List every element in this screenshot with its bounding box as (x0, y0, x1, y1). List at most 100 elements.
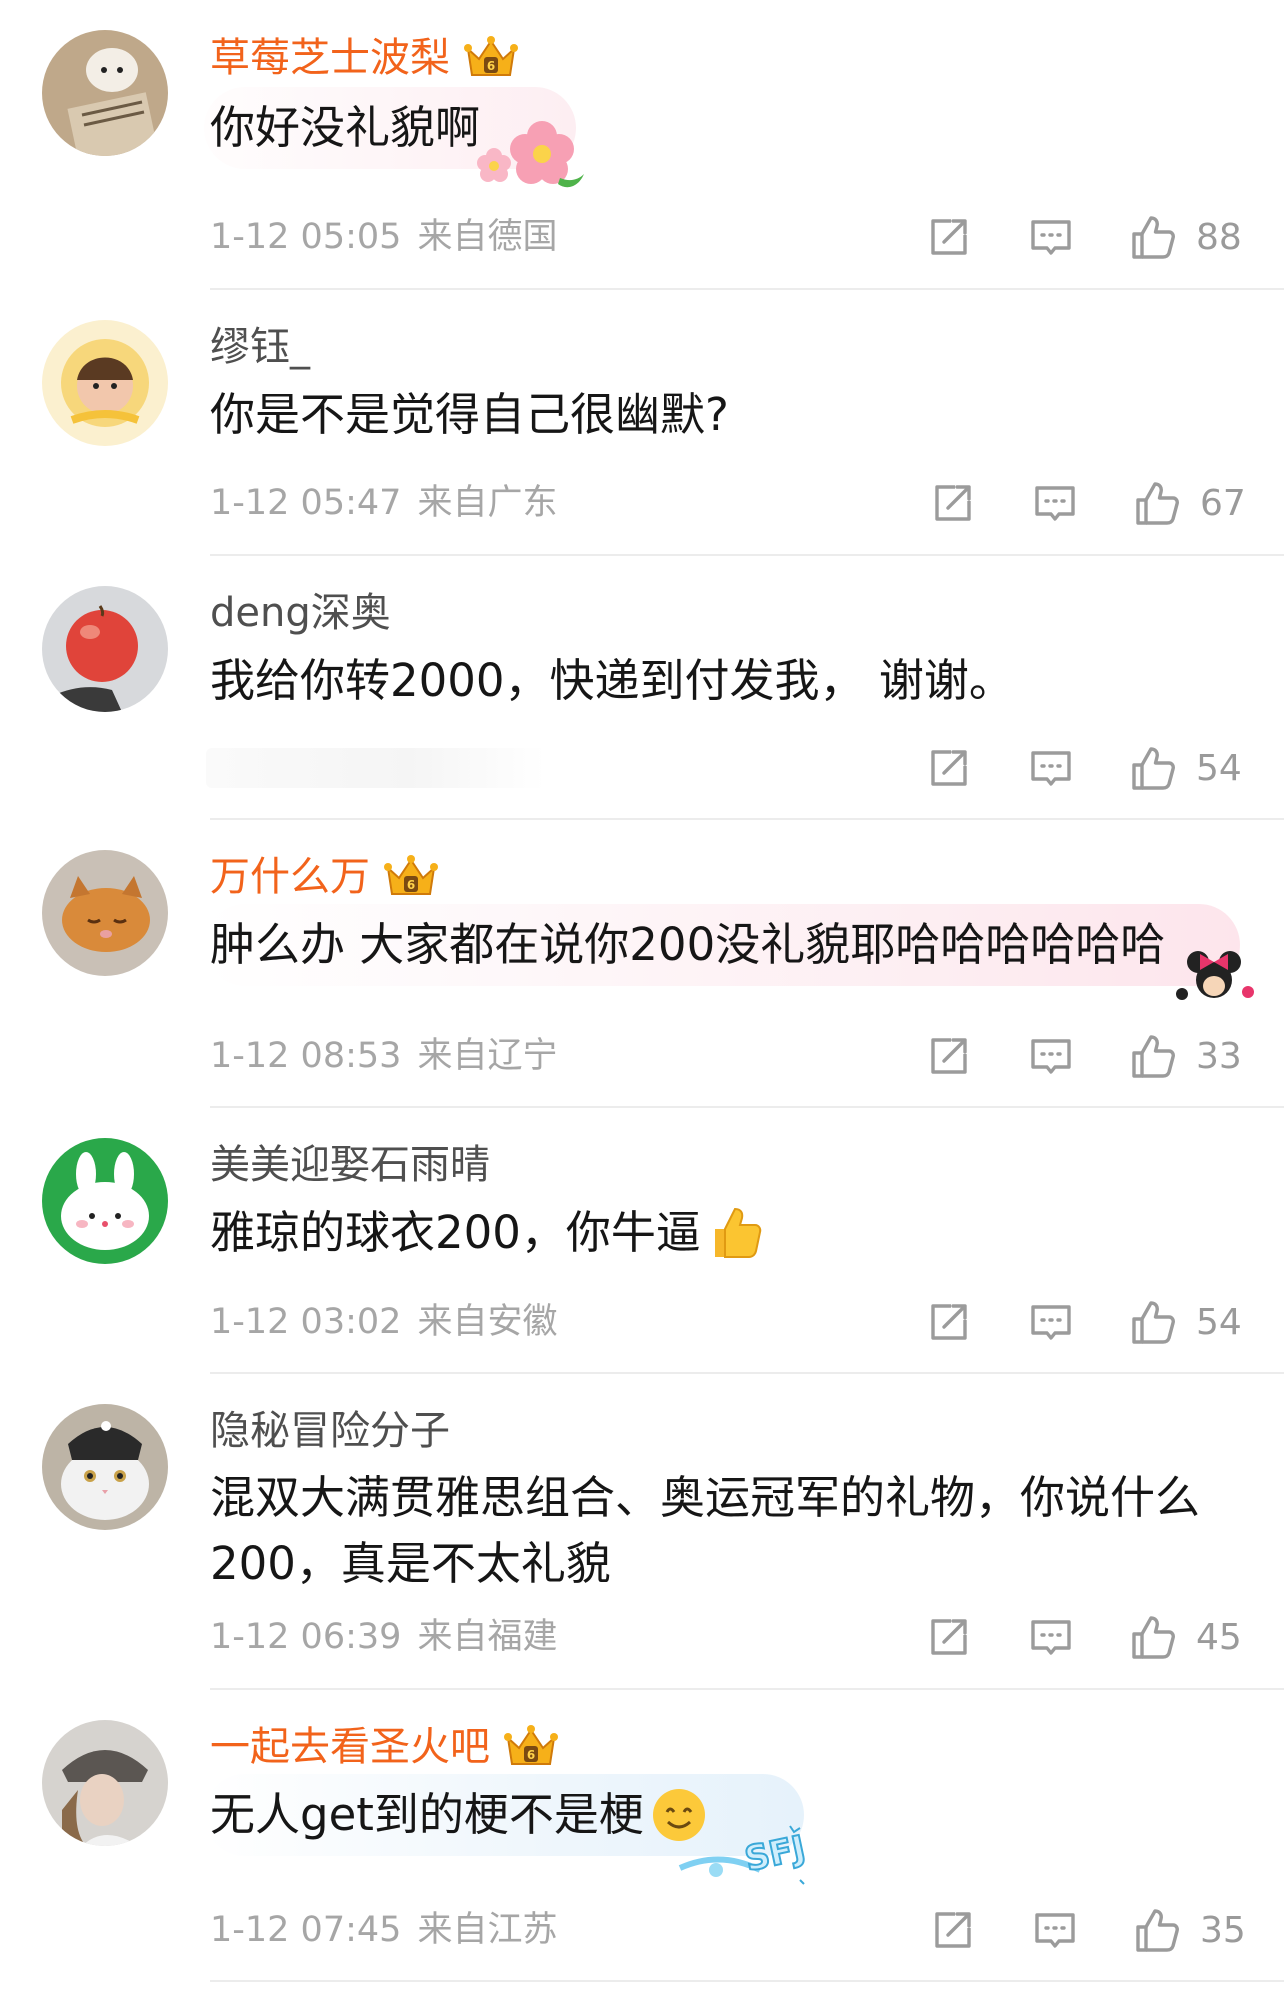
thumbs-up-icon (1126, 1610, 1180, 1664)
username[interactable]: 隐秘冒险分子 (210, 1406, 450, 1456)
vip-crown-icon (502, 1722, 560, 1772)
divider (210, 1980, 1284, 1982)
share-icon[interactable] (922, 1610, 976, 1664)
comment-location: 来自广东 (417, 483, 558, 523)
vip-crown-icon (382, 852, 440, 902)
username[interactable]: 一起去看圣火吧 (210, 1722, 560, 1772)
username[interactable]: 万什么万 (210, 852, 440, 902)
comment-icon[interactable] (1024, 1295, 1078, 1349)
like-button[interactable]: 54 (1126, 741, 1256, 795)
thumbs-up-icon (1126, 1295, 1180, 1349)
comment-text: 无人get到的梗不是梗 (210, 1782, 708, 1848)
comment-icon[interactable] (1024, 1610, 1078, 1664)
comment-text-content: 雅琼的球衣200，你牛逼 (210, 1206, 701, 1259)
username[interactable]: 美美迎娶石雨晴 (210, 1140, 490, 1190)
comment-text: 你是不是觉得自己很幽默? (210, 388, 729, 441)
like-button[interactable]: 45 (1126, 1610, 1256, 1664)
sfj-sticker: SFJ (660, 1810, 820, 1890)
like-count: 88 (1196, 216, 1242, 258)
divider (210, 1372, 1284, 1374)
avatar[interactable] (42, 850, 168, 976)
comment-icon[interactable] (1024, 741, 1078, 795)
like-count: 67 (1200, 482, 1246, 524)
comment-feed: 草莓芝士波梨 你好没礼貌啊 1-12 05:05 来自德国 88 缪钰_ 你是不… (0, 0, 1284, 2010)
comment-text: 肿么办 大家都在说你200没礼貌耶哈哈哈哈哈哈 (210, 918, 1166, 971)
thumbs-up-icon (1126, 210, 1180, 264)
share-icon[interactable] (922, 1029, 976, 1083)
thumbs-up-icon (1126, 741, 1180, 795)
comment-location: 来自江苏 (417, 1910, 558, 1950)
divider (210, 554, 1284, 556)
comment-date: 1-12 07:45 (210, 1910, 402, 1950)
thumbs-up-emoji (714, 1207, 762, 1258)
like-count: 45 (1196, 1616, 1242, 1658)
username[interactable]: 草莓芝士波梨 (210, 33, 520, 83)
like-button[interactable]: 35 (1130, 1903, 1260, 1957)
thumbs-up-icon (1126, 1029, 1180, 1083)
thumbs-up-icon (1130, 1903, 1184, 1957)
share-icon[interactable] (922, 1295, 976, 1349)
comment-date: 1-12 05:47 (210, 483, 402, 523)
like-button[interactable]: 33 (1126, 1029, 1256, 1083)
comment-text-line-1: 混双大满贯雅思组合、奥运冠军的礼物，你说什么 (210, 1471, 1201, 1524)
share-icon[interactable] (926, 1903, 980, 1957)
comment-text: 雅琼的球衣200，你牛逼 (210, 1200, 765, 1266)
comment-location: 来自安徽 (417, 1302, 558, 1342)
comment-meta: 1-12 06:39 来自福建 (210, 1615, 557, 1659)
comment-icon[interactable] (1028, 476, 1082, 530)
like-count: 54 (1196, 1301, 1242, 1343)
username-text: 隐秘冒险分子 (210, 1408, 450, 1454)
comment-icon[interactable] (1024, 210, 1078, 264)
like-count: 54 (1196, 747, 1242, 789)
avatar[interactable] (42, 320, 168, 446)
username-text: 草莓芝士波梨 (210, 35, 450, 81)
comment-location: 来自福建 (417, 1617, 558, 1657)
comment-text: 你好没礼貌啊 (210, 101, 481, 154)
username-text: 万什么万 (210, 854, 370, 900)
share-icon[interactable] (926, 476, 980, 530)
comment-meta (210, 746, 226, 790)
comment-meta: 1-12 07:45 来自江苏 (210, 1908, 557, 1952)
divider (210, 1688, 1284, 1690)
like-count: 35 (1200, 1909, 1246, 1951)
comment-icon[interactable] (1028, 1903, 1082, 1957)
comment-meta: 1-12 08:53 来自辽宁 (210, 1034, 557, 1078)
username-text: 一起去看圣火吧 (210, 1724, 490, 1770)
like-button[interactable]: 67 (1130, 476, 1260, 530)
comment-text: 我给你转2000，快递到付发我， 谢谢。 (210, 654, 1014, 707)
divider (210, 1106, 1284, 1108)
comment-icon[interactable] (1024, 1029, 1078, 1083)
sfj-text: SFJ (741, 1828, 808, 1880)
username-text: deng深奥 (210, 590, 391, 636)
username[interactable]: 缪钰_ (210, 322, 310, 372)
comment-text-content: 无人get到的梗不是梗 (210, 1788, 644, 1841)
share-icon[interactable] (922, 210, 976, 264)
flower-sticker (470, 118, 590, 196)
divider (210, 288, 1284, 290)
like-count: 33 (1196, 1035, 1242, 1077)
like-button[interactable]: 88 (1126, 210, 1256, 264)
avatar[interactable] (42, 30, 168, 156)
vip-crown-icon (462, 33, 520, 83)
avatar[interactable] (42, 586, 168, 712)
thumbs-up-icon (1130, 476, 1184, 530)
comment-location: 来自德国 (417, 217, 558, 257)
username[interactable]: deng深奥 (210, 588, 391, 638)
blurred-meta (206, 748, 546, 788)
comment-text-line-2: 200，真是不太礼貌 (210, 1537, 611, 1590)
comment-meta: 1-12 03:02 来自安徽 (210, 1300, 557, 1344)
comment-meta: 1-12 05:47 来自广东 (210, 481, 557, 525)
comment-date: 1-12 08:53 (210, 1036, 402, 1076)
avatar[interactable] (42, 1720, 168, 1846)
like-button[interactable]: 54 (1126, 1295, 1256, 1349)
minnie-sticker (1168, 948, 1260, 1004)
comment-date: 1-12 03:02 (210, 1302, 402, 1342)
divider (210, 818, 1284, 820)
username-text: 缪钰_ (210, 324, 310, 370)
avatar[interactable] (42, 1138, 168, 1264)
avatar[interactable] (42, 1404, 168, 1530)
comment-meta: 1-12 05:05 来自德国 (210, 215, 557, 259)
share-icon[interactable] (922, 741, 976, 795)
username-text: 美美迎娶石雨晴 (210, 1142, 490, 1188)
comment-location: 来自辽宁 (417, 1036, 558, 1076)
